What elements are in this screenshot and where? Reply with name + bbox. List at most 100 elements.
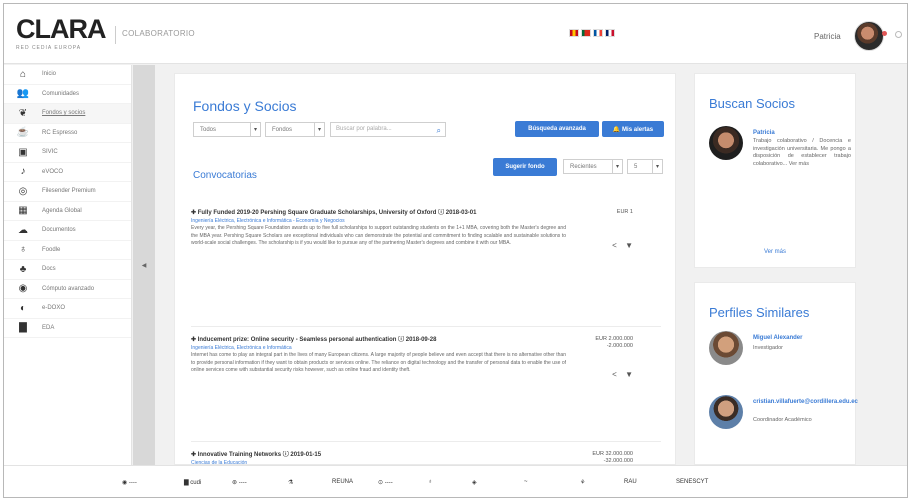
sidebar-item[interactable]: ⌂ Inicio xyxy=(4,65,131,85)
sort-select[interactable]: Recientes ▾ xyxy=(563,159,623,174)
see-more-link[interactable]: Ver más xyxy=(695,249,855,255)
similar-name[interactable]: cristian.villafuerte@cordillera.edu.ec xyxy=(753,399,858,407)
similar-role: Coordinador Académico xyxy=(753,417,812,423)
partner-logo[interactable]: ◈ xyxy=(472,474,477,490)
user-avatar[interactable] xyxy=(854,21,884,51)
flag-gb-icon[interactable] xyxy=(605,29,615,37)
sidebar-item[interactable]: ☁ Documentos xyxy=(4,221,131,241)
fund-title[interactable]: ✚ Innovative Training Networks ⓘ 2019-01… xyxy=(191,451,551,460)
sidebar-item[interactable]: ◎ Filesender Premium xyxy=(4,182,131,202)
chevron-down-icon: ▾ xyxy=(314,123,324,136)
share-icon[interactable]: < xyxy=(612,370,617,379)
fund-amount: EUR 2.000.000 -2.000.000 xyxy=(595,336,633,350)
partner-logo[interactable]: ▇ cudi xyxy=(184,474,201,490)
page-size-select[interactable]: 5 ▾ xyxy=(627,159,663,174)
sidebar-item[interactable]: ♣ Docs xyxy=(4,260,131,280)
pin-icon: ♁ xyxy=(19,244,27,256)
my-alerts-button[interactable]: 🔔 Mis alertas xyxy=(602,121,664,137)
user-name[interactable]: Patricia xyxy=(814,32,841,41)
calls-subtitle: Convocatorias xyxy=(193,170,257,181)
evoco-icon: ♪ xyxy=(20,166,26,178)
fund-actions: < ▼ xyxy=(612,241,633,250)
sidebar-item[interactable]: ▇ EDA xyxy=(4,319,131,338)
logo-text: CLARA xyxy=(16,14,107,44)
sidebar-item-label: Cómputo avanzado xyxy=(42,285,95,292)
fund-amount-range: -32.000.000 xyxy=(603,458,633,464)
partner-logo[interactable]: REUNA xyxy=(332,474,353,490)
sidebar-item-label: Filesender Premium xyxy=(42,188,96,195)
sidebar-item[interactable]: ◉ Cómputo avanzado xyxy=(4,280,131,299)
partner-logo[interactable]: RAU xyxy=(624,474,637,490)
suggest-fund-button[interactable]: Sugerir fondo xyxy=(493,158,557,176)
sidebar-item[interactable]: ◐ e-DOXO xyxy=(4,299,131,319)
chevron-left-icon: ◀ xyxy=(141,262,147,269)
clara-logo[interactable]: CLARA RED CEDIA EUROPA xyxy=(16,14,107,54)
sidebar-item-label: eVOCO xyxy=(42,168,64,175)
sidebar-item[interactable]: ❦ Fondos y socios xyxy=(4,104,131,124)
sidebar-collapse-toggle[interactable]: ◀ xyxy=(133,65,155,465)
similar-avatar[interactable] xyxy=(709,395,743,429)
home-icon: ⌂ xyxy=(19,68,27,80)
fund-title[interactable]: ✚ Fully Funded 2019-20 Pershing Square G… xyxy=(191,209,551,218)
funds-icon: ❦ xyxy=(18,107,28,119)
similar-avatar[interactable] xyxy=(709,331,743,365)
similar-name[interactable]: Miguel Alexander xyxy=(753,335,851,343)
partner-logo[interactable]: ⊛ ---- xyxy=(232,474,247,490)
partner-logo[interactable]: ⚘ xyxy=(580,474,585,490)
sivic-icon: ▣ xyxy=(18,146,28,158)
page-title: Fondos y Socios xyxy=(193,98,297,114)
bookmark-icon[interactable]: ▼ xyxy=(625,370,633,379)
sidebar-item[interactable]: ♪ eVOCO xyxy=(4,163,131,182)
partner-logo[interactable]: ♁ xyxy=(428,474,433,490)
fund-amount-value: EUR 32.000.000 xyxy=(592,451,633,457)
partner-logo[interactable]: SENESCYT xyxy=(676,474,708,490)
fund-title[interactable]: ✚ Inducement prize: Online security - Se… xyxy=(191,336,551,345)
sidebar-item-label: Comunidades xyxy=(42,90,80,97)
settings-ring-icon[interactable] xyxy=(895,31,902,38)
chevron-down-icon: ▾ xyxy=(652,160,662,173)
flag-pt-icon[interactable] xyxy=(581,29,591,37)
eda-icon: ▇ xyxy=(19,322,27,334)
computing-icon: ◉ xyxy=(18,283,28,295)
similar-title: Perfiles Similares xyxy=(709,305,810,320)
type-filter-value: Todos xyxy=(200,126,217,133)
sidebar-item-label: EDA xyxy=(42,324,55,331)
fund-description: Every year, the Pershing Square Foundati… xyxy=(191,225,566,247)
flag-es-icon[interactable] xyxy=(569,29,579,37)
advanced-search-button[interactable]: Búsqueda avanzada xyxy=(515,121,599,137)
funds-panel: Fondos y Socios Todos ▾ Fondos ▾ Buscar … xyxy=(174,73,676,497)
type-filter-select[interactable]: Todos ▾ xyxy=(193,122,261,137)
logo-subtitle: RED CEDIA EUROPA xyxy=(16,45,82,51)
sidebar-item[interactable]: ▦ Agenda Global xyxy=(4,202,131,221)
filesender-icon: ◎ xyxy=(18,185,28,197)
partners-card: Buscan Socios Patricia Trabajo colaborat… xyxy=(694,73,856,268)
partner-avatar[interactable] xyxy=(709,126,743,160)
search-input[interactable]: Buscar por palabra... ⌕ xyxy=(330,122,446,137)
sidebar-item[interactable]: 👥 Comunidades xyxy=(4,85,131,104)
kind-filter-select[interactable]: Fondos ▾ xyxy=(265,122,325,137)
sidebar-item[interactable]: ▣ SIVIC xyxy=(4,143,131,163)
language-flags xyxy=(569,29,615,37)
sidebar-item[interactable]: ♁ Foodle xyxy=(4,241,131,260)
sidebar-item-label: e-DOXO xyxy=(42,305,66,312)
partner-logo[interactable]: ◉ ---- xyxy=(122,474,137,490)
sidebar-item[interactable]: ☕ RC Espresso xyxy=(4,124,131,143)
flag-fr-icon[interactable] xyxy=(593,29,603,37)
partner-logo[interactable]: ⚗ xyxy=(288,474,293,490)
fund-category[interactable]: Ingeniería Eléctrica, Electrónica e Info… xyxy=(191,218,661,225)
search-icon[interactable]: ⌕ xyxy=(437,124,441,137)
partner-logo[interactable]: ⊙ ---- xyxy=(378,474,393,490)
search-placeholder: Buscar por palabra... xyxy=(336,126,392,132)
fund-amount: EUR 1 xyxy=(617,209,633,216)
partner-logo[interactable]: ~ xyxy=(524,474,528,490)
sidebar-item-label: Documentos xyxy=(42,227,76,234)
fund-item: ✚ Inducement prize: Online security - Se… xyxy=(191,336,661,442)
fund-category[interactable]: Ingeniería Eléctrica, Electrónica e Info… xyxy=(191,345,661,352)
bookmark-icon[interactable]: ▼ xyxy=(625,241,633,250)
results-list: ✚ Fully Funded 2019-20 Pershing Square G… xyxy=(191,209,661,497)
partner-name[interactable]: Patricia xyxy=(753,130,775,136)
header-divider xyxy=(115,26,116,44)
fund-item: ✚ Fully Funded 2019-20 Pershing Square G… xyxy=(191,209,661,327)
notification-dot-icon[interactable] xyxy=(882,31,887,36)
share-icon[interactable]: < xyxy=(612,241,617,250)
